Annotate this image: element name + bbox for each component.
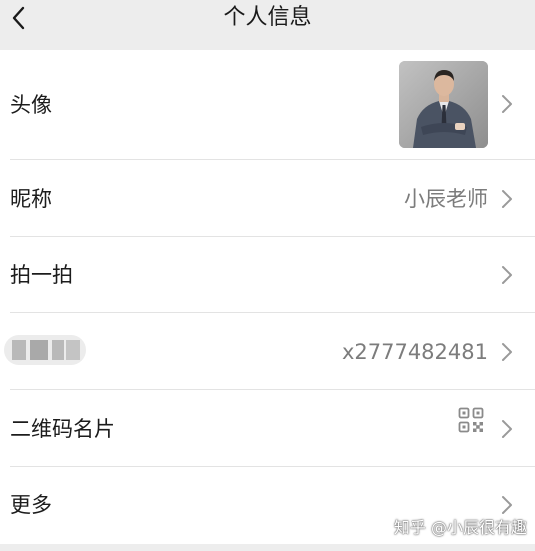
chevron-right-icon (502, 420, 512, 438)
chevron-right-icon (502, 190, 512, 208)
pat-row[interactable]: 拍一拍 (0, 237, 535, 313)
chevron-right-icon (502, 496, 512, 514)
chevron-right-icon (502, 95, 512, 113)
personal-info-page: 个人信息 头像 昵称 小辰老师 拍一拍 x2777482481 二维码名片 更多… (0, 0, 535, 551)
nickname-value: 小辰老师 (404, 187, 488, 211)
nav-bar: 个人信息 (0, 0, 535, 44)
chevron-right-icon (502, 343, 512, 361)
chevron-right-icon (502, 266, 512, 284)
id-row[interactable]: x2777482481 (0, 313, 535, 390)
id-value: x2777482481 (341, 340, 488, 364)
blurred-label (4, 335, 86, 365)
page-title: 个人信息 (223, 5, 312, 30)
pat-label: 拍一拍 (10, 263, 73, 287)
nickname-row[interactable]: 昵称 小辰老师 (0, 160, 535, 237)
more-label: 更多 (10, 493, 52, 517)
avatar-photo (399, 61, 488, 148)
avatar (399, 61, 488, 148)
qr-card-row[interactable]: 二维码名片 (0, 390, 535, 467)
qr-card-label: 二维码名片 (10, 417, 115, 441)
qr-code-icon (458, 407, 484, 433)
watermark: 知乎 @小辰很有趣 (393, 518, 527, 537)
settings-list: 头像 昵称 小辰老师 拍一拍 x2777482481 二维码名片 更多 (0, 50, 535, 544)
nickname-label: 昵称 (10, 187, 52, 211)
avatar-label: 头像 (10, 93, 52, 117)
avatar-row[interactable]: 头像 (0, 50, 535, 160)
